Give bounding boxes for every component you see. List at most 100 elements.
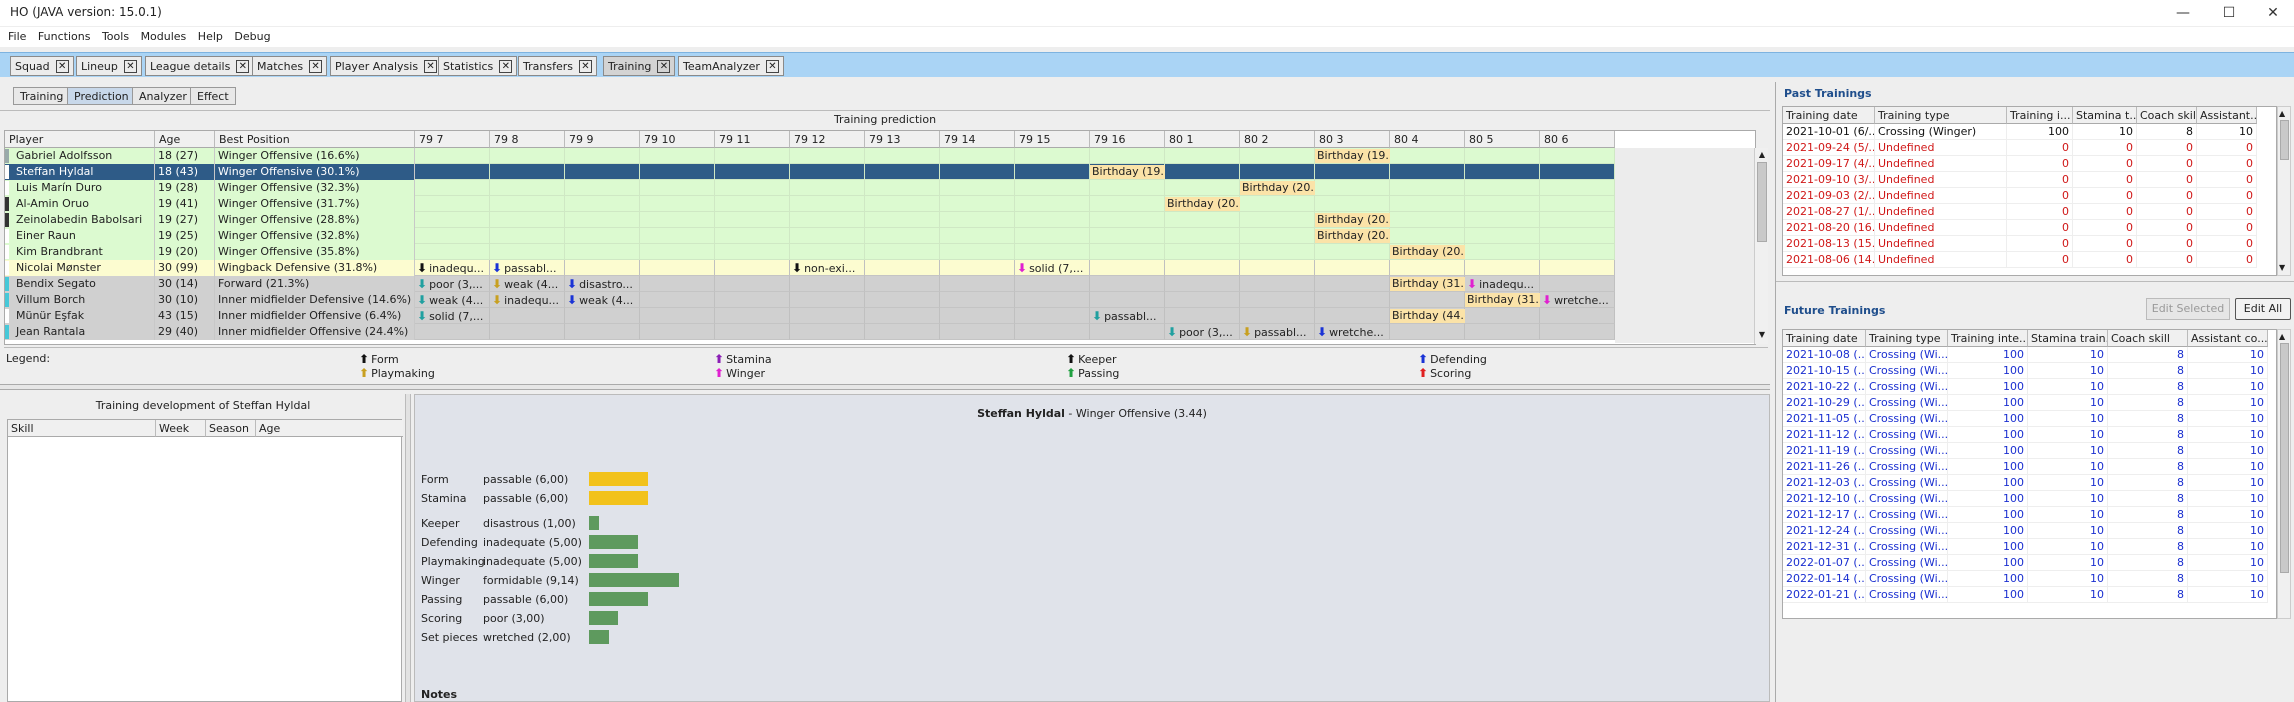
- column-header-week[interactable]: 80 6: [1540, 131, 1615, 148]
- week-cell[interactable]: [1090, 148, 1165, 164]
- week-cell[interactable]: [865, 148, 940, 164]
- table-row[interactable]: 2021-08-27 (1/... Undefined 0 0 0 0: [1783, 204, 2257, 220]
- week-cell[interactable]: [640, 148, 715, 164]
- table-row[interactable]: 2021-10-08 (... Crossing (Wi... 100 10 8 10: [1783, 347, 2268, 363]
- week-cell[interactable]: [715, 212, 790, 228]
- week-cell[interactable]: [1240, 276, 1315, 292]
- column-header-skill[interactable]: Skill: [8, 420, 156, 437]
- table-row[interactable]: 2021-11-12 (... Crossing (Wi... 100 10 8 10: [1783, 427, 2268, 443]
- prediction-row[interactable]: Nicolai Mønster 30 (99) Wingback Defensive…: [5, 260, 1620, 276]
- week-cell[interactable]: [1465, 260, 1540, 276]
- week-cell[interactable]: [865, 324, 940, 340]
- column-header[interactable]: Stamina train...: [2028, 330, 2108, 347]
- birthday-event[interactable]: Birthday (20...: [1240, 181, 1315, 195]
- column-header[interactable]: Stamina t...: [2073, 107, 2137, 124]
- table-row[interactable]: 2022-01-21 (... Crossing (Wi... 100 10 8 10: [1783, 587, 2268, 603]
- skill-change-event[interactable]: ⬇ non-exi...: [790, 261, 865, 275]
- column-header-week[interactable]: 79 11: [715, 131, 790, 148]
- week-cell[interactable]: [1390, 228, 1465, 244]
- column-header[interactable]: Training type: [1875, 107, 2007, 124]
- birthday-event[interactable]: Birthday (20...: [1165, 197, 1240, 211]
- week-cell[interactable]: [1315, 164, 1390, 180]
- week-cell[interactable]: [715, 196, 790, 212]
- prediction-row[interactable]: Al-Amin Oruo 19 (41) Winger Offensive (31.…: [5, 196, 1620, 212]
- week-cell[interactable]: [1465, 244, 1540, 260]
- column-header-age[interactable]: Age: [256, 420, 403, 437]
- table-row[interactable]: 2021-12-31 (... Crossing (Wi... 100 10 8 10: [1783, 539, 2268, 555]
- week-cell[interactable]: [565, 196, 640, 212]
- week-cell[interactable]: [415, 164, 490, 180]
- skill-change-event[interactable]: ⬇ passabl...: [490, 261, 565, 275]
- tab-matches[interactable]: Matches ✕: [252, 56, 328, 76]
- scroll-thumb[interactable]: [2280, 343, 2289, 573]
- week-cell[interactable]: [1015, 276, 1090, 292]
- week-cell[interactable]: [1540, 164, 1615, 180]
- week-cell[interactable]: [1015, 196, 1090, 212]
- week-cell[interactable]: [640, 164, 715, 180]
- week-cell[interactable]: [1240, 260, 1315, 276]
- column-header-week[interactable]: 79 9: [565, 131, 640, 148]
- close-tab-icon[interactable]: ✕: [499, 59, 513, 73]
- week-cell[interactable]: [865, 244, 940, 260]
- week-cell[interactable]: [1090, 260, 1165, 276]
- menu-help[interactable]: Help: [198, 30, 223, 43]
- birthday-event[interactable]: Birthday (31...: [1465, 293, 1540, 307]
- week-cell[interactable]: [1390, 180, 1465, 196]
- column-header-week[interactable]: 79 10: [640, 131, 715, 148]
- week-cell[interactable]: [1165, 212, 1240, 228]
- prediction-scrollbar[interactable]: ▲ ▼: [1754, 148, 1768, 344]
- column-header-player[interactable]: Player: [5, 131, 155, 148]
- skill-change-event[interactable]: ⬇ poor (3,...: [415, 277, 490, 291]
- prediction-row[interactable]: Jean Rantala 29 (40) Inner midfielder Offe…: [5, 324, 1620, 340]
- prediction-row[interactable]: Villum Borch 30 (10) Inner midfielder Defe…: [5, 292, 1620, 308]
- table-row[interactable]: 2022-01-07 (... Crossing (Wi... 100 10 8 10: [1783, 555, 2268, 571]
- week-cell[interactable]: [640, 180, 715, 196]
- week-cell[interactable]: [940, 228, 1015, 244]
- week-cell[interactable]: [1540, 196, 1615, 212]
- week-cell[interactable]: [1390, 196, 1465, 212]
- week-cell[interactable]: [565, 148, 640, 164]
- subtab-training[interactable]: Training: [13, 87, 71, 105]
- close-window-button[interactable]: ✕: [2250, 0, 2294, 26]
- week-cell[interactable]: [415, 148, 490, 164]
- column-header-week[interactable]: 80 5: [1465, 131, 1540, 148]
- table-row[interactable]: 2021-12-10 (... Crossing (Wi... 100 10 8 10: [1783, 491, 2268, 507]
- birthday-event[interactable]: Birthday (44...: [1390, 309, 1465, 323]
- week-cell[interactable]: [1015, 308, 1090, 324]
- week-cell[interactable]: [1165, 276, 1240, 292]
- week-cell[interactable]: [1540, 228, 1615, 244]
- week-cell[interactable]: [1465, 308, 1540, 324]
- week-cell[interactable]: [865, 164, 940, 180]
- column-header-week[interactable]: 79 14: [940, 131, 1015, 148]
- prediction-row[interactable]: Kim Brandbrant 19 (20) Winger Offensive (3…: [5, 244, 1620, 260]
- week-cell[interactable]: [1315, 244, 1390, 260]
- skill-change-event[interactable]: ⬇ poor (3,...: [1165, 325, 1240, 339]
- past-trainings-scrollbar[interactable]: ▲ ▼: [2277, 106, 2291, 276]
- column-header-week[interactable]: 80 3: [1315, 131, 1390, 148]
- week-cell[interactable]: [940, 308, 1015, 324]
- table-row[interactable]: 2021-08-06 (14... Undefined 0 0 0 0: [1783, 252, 2257, 268]
- week-cell[interactable]: [1465, 148, 1540, 164]
- week-cell[interactable]: [865, 292, 940, 308]
- week-cell[interactable]: [1540, 308, 1615, 324]
- week-cell[interactable]: [1390, 148, 1465, 164]
- skill-change-event[interactable]: ⬇ passabl...: [1090, 309, 1165, 323]
- week-cell[interactable]: [940, 164, 1015, 180]
- week-cell[interactable]: [1540, 276, 1615, 292]
- edit-all-button[interactable]: Edit All: [2235, 298, 2291, 320]
- week-cell[interactable]: [640, 228, 715, 244]
- column-header[interactable]: Training type: [1866, 330, 1948, 347]
- week-cell[interactable]: [1390, 324, 1465, 340]
- week-cell[interactable]: [640, 276, 715, 292]
- table-row[interactable]: 2021-09-24 (5/... Undefined 0 0 0 0: [1783, 140, 2257, 156]
- scroll-down-icon[interactable]: ▼: [2279, 263, 2285, 272]
- scroll-down-icon[interactable]: ▼: [1757, 330, 1767, 340]
- column-header-age[interactable]: Age: [155, 131, 215, 148]
- week-cell[interactable]: [640, 244, 715, 260]
- week-cell[interactable]: [1165, 228, 1240, 244]
- table-row[interactable]: 2021-12-17 (... Crossing (Wi... 100 10 8 10: [1783, 507, 2268, 523]
- skill-change-event[interactable]: ⬇ weak (4...: [415, 293, 490, 307]
- table-row[interactable]: 2021-10-01 (6/... Crossing (Winger) 100 10 8…: [1783, 124, 2257, 140]
- edit-selected-button[interactable]: Edit Selected: [2146, 298, 2230, 320]
- subtab-prediction[interactable]: Prediction: [67, 87, 136, 105]
